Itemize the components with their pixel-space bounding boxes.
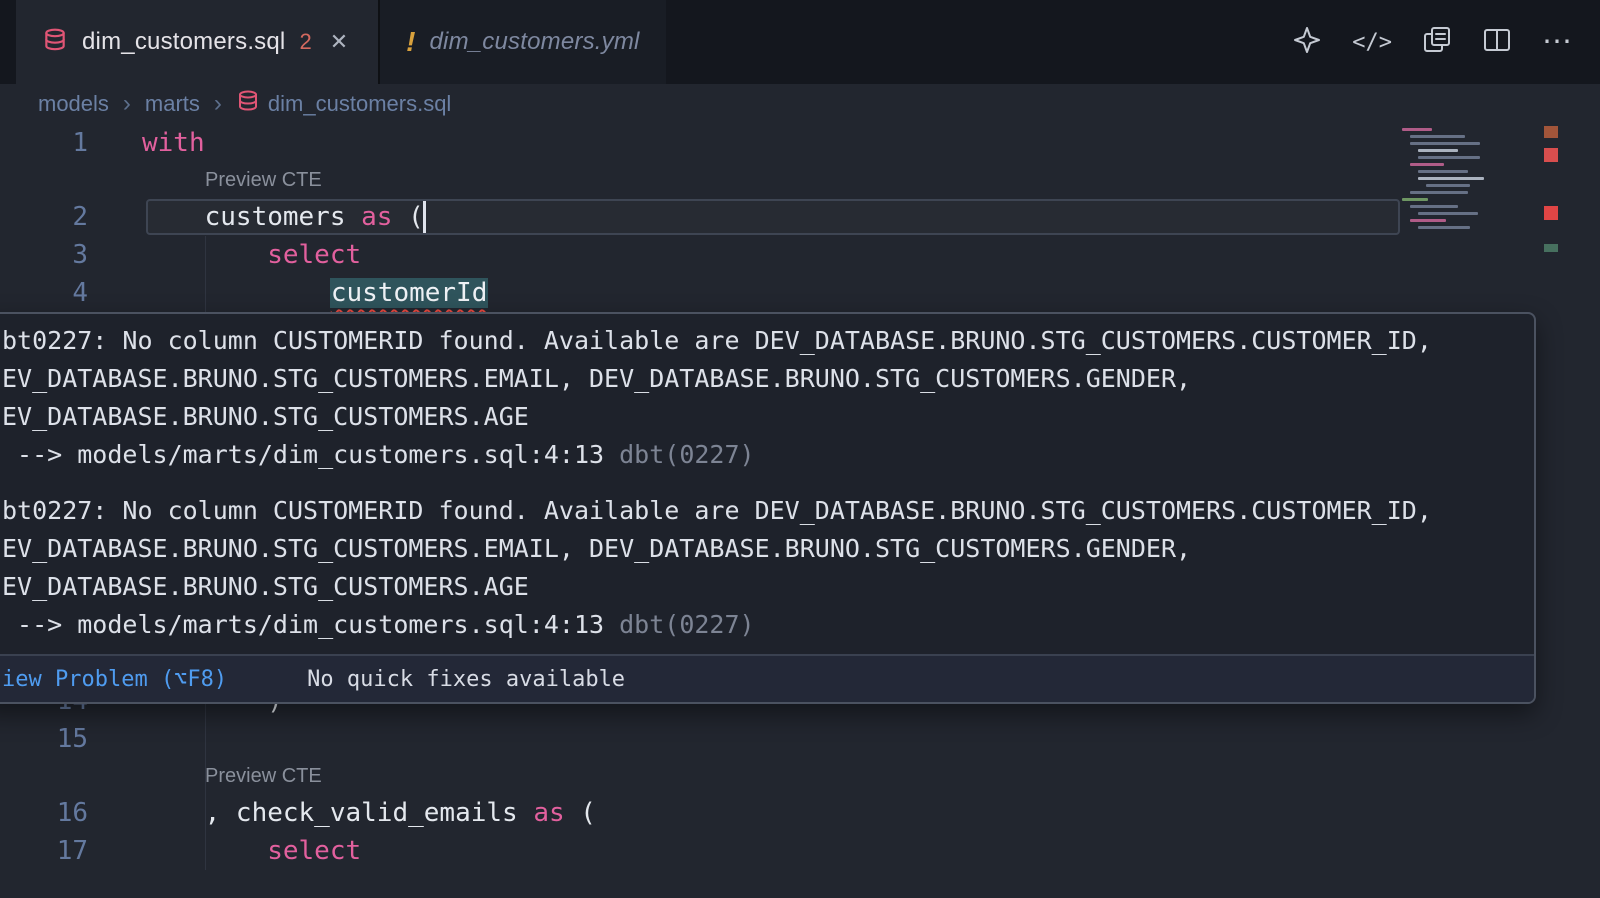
split-editor-icon[interactable] [1482, 25, 1512, 60]
tab-label: dim_customers.sql [82, 28, 285, 56]
code-line-16[interactable]: 16 , check_valid_emails as ( [0, 794, 1600, 832]
text-cursor [423, 201, 426, 233]
error-source: dbt(0227) [619, 610, 754, 639]
breadcrumb-models[interactable]: models [38, 91, 109, 117]
hover-messages: bt0227: No column CUSTOMERID found. Avai… [0, 314, 1534, 644]
vscode-window: dim_customers.sql 2 ✕ ! dim_customers.ym… [0, 0, 1600, 898]
error-token-customerid: customerId [330, 278, 489, 308]
token-text: customers [205, 202, 362, 232]
error-text: EV_DATABASE.BRUNO.STG_CUSTOMERS.EMAIL, D… [2, 530, 1534, 568]
token-keyword: with [142, 128, 205, 158]
dbt-icon[interactable] [1292, 25, 1322, 60]
scroll-mark-error [1544, 148, 1558, 162]
code-line-2[interactable]: 2 customers as ( [0, 198, 1600, 236]
token-keyword: select [267, 836, 361, 866]
tab-dim-customers-yml[interactable]: ! dim_customers.yml [378, 0, 665, 84]
code-line-3[interactable]: 3 select [0, 236, 1600, 274]
error-text: EV_DATABASE.BRUNO.STG_CUSTOMERS.AGE [2, 568, 1534, 606]
codelens-preview-cte[interactable]: Preview CTE [205, 758, 322, 794]
code-line-1[interactable]: 1 with [0, 124, 1600, 162]
no-quick-fixes-label: No quick fixes available [307, 667, 625, 692]
chevron-right-icon: › [123, 90, 131, 118]
minimap[interactable] [1398, 124, 1538, 236]
more-actions-icon[interactable]: ⋯ [1542, 27, 1572, 57]
line-number: 4 [0, 274, 88, 312]
token-text: ( [392, 202, 423, 232]
warning-icon: ! [406, 26, 415, 58]
scrollbar[interactable] [1544, 124, 1558, 424]
error-text: EV_DATABASE.BRUNO.STG_CUSTOMERS.AGE [2, 398, 1534, 436]
error-text: bt0227: No column CUSTOMERID found. Avai… [2, 322, 1534, 360]
error-location: --> models/marts/dim_customers.sql:4:13 … [2, 436, 1534, 474]
breadcrumb-file[interactable]: dim_customers.sql [236, 89, 451, 119]
error-hover-popup: bt0227: No column CUSTOMERID found. Avai… [0, 312, 1536, 704]
database-icon [42, 27, 68, 58]
error-location-path[interactable]: --> models/marts/dim_customers.sql:4:13 [2, 610, 619, 639]
tab-bar: dim_customers.sql 2 ✕ ! dim_customers.ym… [0, 0, 1600, 84]
code-preview-icon[interactable]: </> [1352, 30, 1392, 55]
code-line-4[interactable]: 4 customerId [0, 274, 1600, 312]
scroll-mark-change [1544, 244, 1558, 252]
line-number: 3 [0, 236, 88, 274]
code-line-17[interactable]: 17 select [0, 832, 1600, 870]
hover-status-bar: iew Problem (⌥F8) No quick fixes availab… [0, 654, 1534, 702]
view-problem-link[interactable]: iew Problem (⌥F8) [2, 667, 227, 692]
error-text: EV_DATABASE.BRUNO.STG_CUSTOMERS.EMAIL, D… [2, 360, 1534, 398]
tab-dim-customers-sql[interactable]: dim_customers.sql 2 ✕ [16, 0, 378, 84]
error-location: --> models/marts/dim_customers.sql:4:13 … [2, 606, 1534, 644]
line-number: 1 [0, 124, 88, 162]
chevron-right-icon: › [214, 90, 222, 118]
error-message-1: bt0227: No column CUSTOMERID found. Avai… [2, 322, 1534, 474]
error-source: dbt(0227) [619, 440, 754, 469]
token-text: , check_valid_emails [205, 798, 534, 828]
line-number: 15 [0, 720, 88, 758]
database-icon [236, 89, 260, 119]
editor-toolbar: </> ⋯ [1292, 0, 1600, 84]
tab-label: dim_customers.yml [429, 28, 639, 56]
crumb-label: dim_customers.sql [268, 91, 451, 117]
breadcrumb-marts[interactable]: marts [145, 91, 200, 117]
token-text: ( [565, 798, 596, 828]
copy-table-icon[interactable] [1422, 25, 1452, 60]
editor: 1 with Preview CTE 2 customers as ( 3 selec… [0, 124, 1600, 898]
close-icon[interactable]: ✕ [326, 27, 352, 57]
tab-problem-badge: 2 [299, 29, 311, 55]
token-keyword: select [267, 240, 361, 270]
error-location-path[interactable]: --> models/marts/dim_customers.sql:4:13 [2, 440, 619, 469]
line-number: 17 [0, 832, 88, 870]
scroll-mark-warning [1544, 126, 1558, 138]
crumb-label: marts [145, 91, 200, 117]
breadcrumb: models › marts › dim_customers.sql [0, 84, 1600, 124]
codelens-preview-cte[interactable]: Preview CTE [205, 162, 322, 198]
code-line-15[interactable]: 15 [0, 720, 1600, 758]
token-keyword: as [533, 798, 564, 828]
crumb-label: models [38, 91, 109, 117]
line-number: 16 [0, 794, 88, 832]
scroll-mark-error [1544, 206, 1558, 220]
token-keyword: as [361, 202, 392, 232]
line-number: 2 [0, 198, 88, 236]
error-message-2: bt0227: No column CUSTOMERID found. Avai… [2, 492, 1534, 644]
error-text: bt0227: No column CUSTOMERID found. Avai… [2, 492, 1534, 530]
